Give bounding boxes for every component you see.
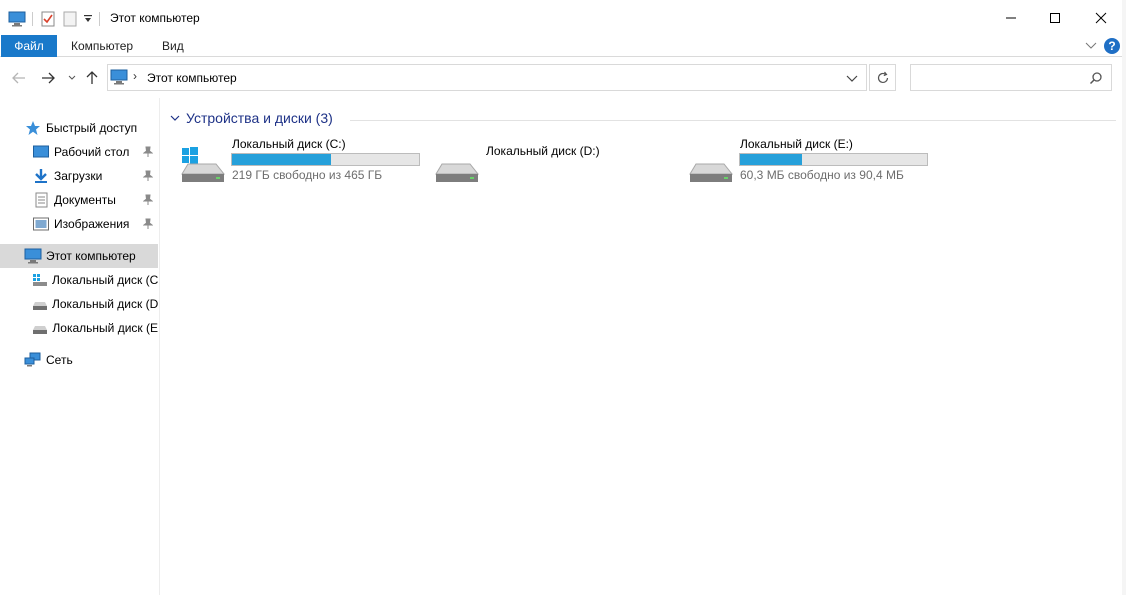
pin-icon[interactable] xyxy=(142,194,154,209)
capacity-bar xyxy=(231,153,420,166)
network-icon xyxy=(24,352,42,368)
pictures-icon xyxy=(32,216,50,232)
sidebar-item-label: Быстрый доступ xyxy=(46,121,138,135)
sidebar-item-desktop[interactable]: Рабочий стол xyxy=(32,140,158,164)
drive-name: Локальный диск (D:) xyxy=(486,144,600,158)
drive-icon xyxy=(32,320,48,336)
breadcrumb[interactable]: Этот компьютер xyxy=(147,71,237,85)
search-input[interactable] xyxy=(910,64,1112,91)
back-button[interactable] xyxy=(12,68,26,88)
tab-view[interactable]: Вид xyxy=(148,35,198,57)
drive-icon xyxy=(32,296,48,312)
free-space-text: 219 ГБ свободно из 465 ГБ xyxy=(232,168,383,182)
sidebar-item-quick-access[interactable]: Быстрый доступ xyxy=(24,116,158,140)
group-header-devices[interactable]: Устройства и диски (3) xyxy=(170,110,333,126)
sidebar-item-network[interactable]: Сеть xyxy=(24,348,158,372)
sidebar-item-pictures[interactable]: Изображения xyxy=(32,212,158,236)
new-folder-icon[interactable] xyxy=(63,10,77,28)
sidebar-item-label: Рабочий стол xyxy=(54,145,130,159)
pin-icon[interactable] xyxy=(142,146,154,161)
download-icon xyxy=(32,168,50,184)
star-icon xyxy=(24,120,42,136)
sidebar-item-label: Документы xyxy=(54,193,116,207)
up-button[interactable] xyxy=(86,68,98,88)
capacity-bar xyxy=(739,153,928,166)
chevron-down-icon[interactable] xyxy=(846,72,858,86)
sidebar-item-label: Загрузки xyxy=(54,169,103,183)
ribbon: Файл Компьютер Вид ? xyxy=(0,35,1126,57)
sidebar-item-label: Локальный диск (C xyxy=(52,273,158,287)
capacity-fill xyxy=(740,154,802,165)
desktop-icon xyxy=(32,144,50,160)
sidebar-item-label: Локальный диск (E xyxy=(52,321,158,335)
drive-icon xyxy=(688,146,734,187)
sidebar-item-drive-c[interactable]: Локальный диск (C xyxy=(32,268,158,292)
close-button[interactable] xyxy=(1078,0,1124,36)
pin-icon[interactable] xyxy=(142,170,154,185)
window-edge xyxy=(1122,0,1126,595)
sidebar-item-drive-e[interactable]: Локальный диск (E xyxy=(32,316,158,340)
tab-computer[interactable]: Компьютер xyxy=(57,35,147,57)
drive-icon xyxy=(434,146,480,187)
capacity-fill xyxy=(232,154,332,165)
sidebar-item-drive-d[interactable]: Локальный диск (D xyxy=(32,292,158,316)
expand-ribbon-icon[interactable] xyxy=(1085,39,1097,53)
sidebar-item-label: Этот компьютер xyxy=(46,249,136,263)
title-bar: Этот компьютер xyxy=(0,0,1126,36)
navigation-pane: Быстрый доступ Рабочий стол Загрузки Док… xyxy=(0,98,160,595)
window-title: Этот компьютер xyxy=(110,11,200,25)
free-space-text: 60,3 МБ свободно из 90,4 МБ xyxy=(740,168,904,182)
sidebar-item-label: Сеть xyxy=(46,353,73,367)
computer-icon xyxy=(24,248,42,264)
system-drive-icon xyxy=(32,272,48,288)
group-divider xyxy=(350,120,1116,121)
document-icon xyxy=(32,192,50,208)
recent-locations-button[interactable] xyxy=(68,68,76,88)
chevron-down-icon[interactable] xyxy=(170,111,180,125)
maximize-button[interactable] xyxy=(1032,0,1078,36)
pin-icon[interactable] xyxy=(142,218,154,233)
computer-icon xyxy=(110,69,128,88)
navigation-bar: › Этот компьютер xyxy=(0,58,1126,98)
quick-access-toolbar xyxy=(8,10,100,28)
sidebar-item-documents[interactable]: Документы xyxy=(32,188,158,212)
search-icon[interactable] xyxy=(1089,71,1103,88)
drive-name: Локальный диск (C:) xyxy=(232,137,346,151)
minimize-button[interactable] xyxy=(988,0,1034,36)
drive-name: Локальный диск (E:) xyxy=(740,137,853,151)
tab-file[interactable]: Файл xyxy=(1,35,57,57)
computer-icon xyxy=(8,10,26,28)
properties-icon[interactable] xyxy=(41,10,55,28)
group-title: Устройства и диски (3) xyxy=(186,110,333,126)
address-bar[interactable]: › Этот компьютер xyxy=(107,64,867,91)
refresh-button[interactable] xyxy=(869,64,896,91)
forward-button[interactable] xyxy=(41,68,55,88)
system-drive-icon xyxy=(180,146,226,187)
sidebar-item-this-pc[interactable]: Этот компьютер xyxy=(0,244,158,268)
customize-toolbar-icon[interactable] xyxy=(83,10,93,28)
sidebar-item-downloads[interactable]: Загрузки xyxy=(32,164,158,188)
help-icon[interactable]: ? xyxy=(1104,38,1120,54)
sidebar-item-label: Локальный диск (D xyxy=(52,297,158,311)
sidebar-item-label: Изображения xyxy=(54,217,130,231)
breadcrumb-separator[interactable]: › xyxy=(133,69,137,83)
